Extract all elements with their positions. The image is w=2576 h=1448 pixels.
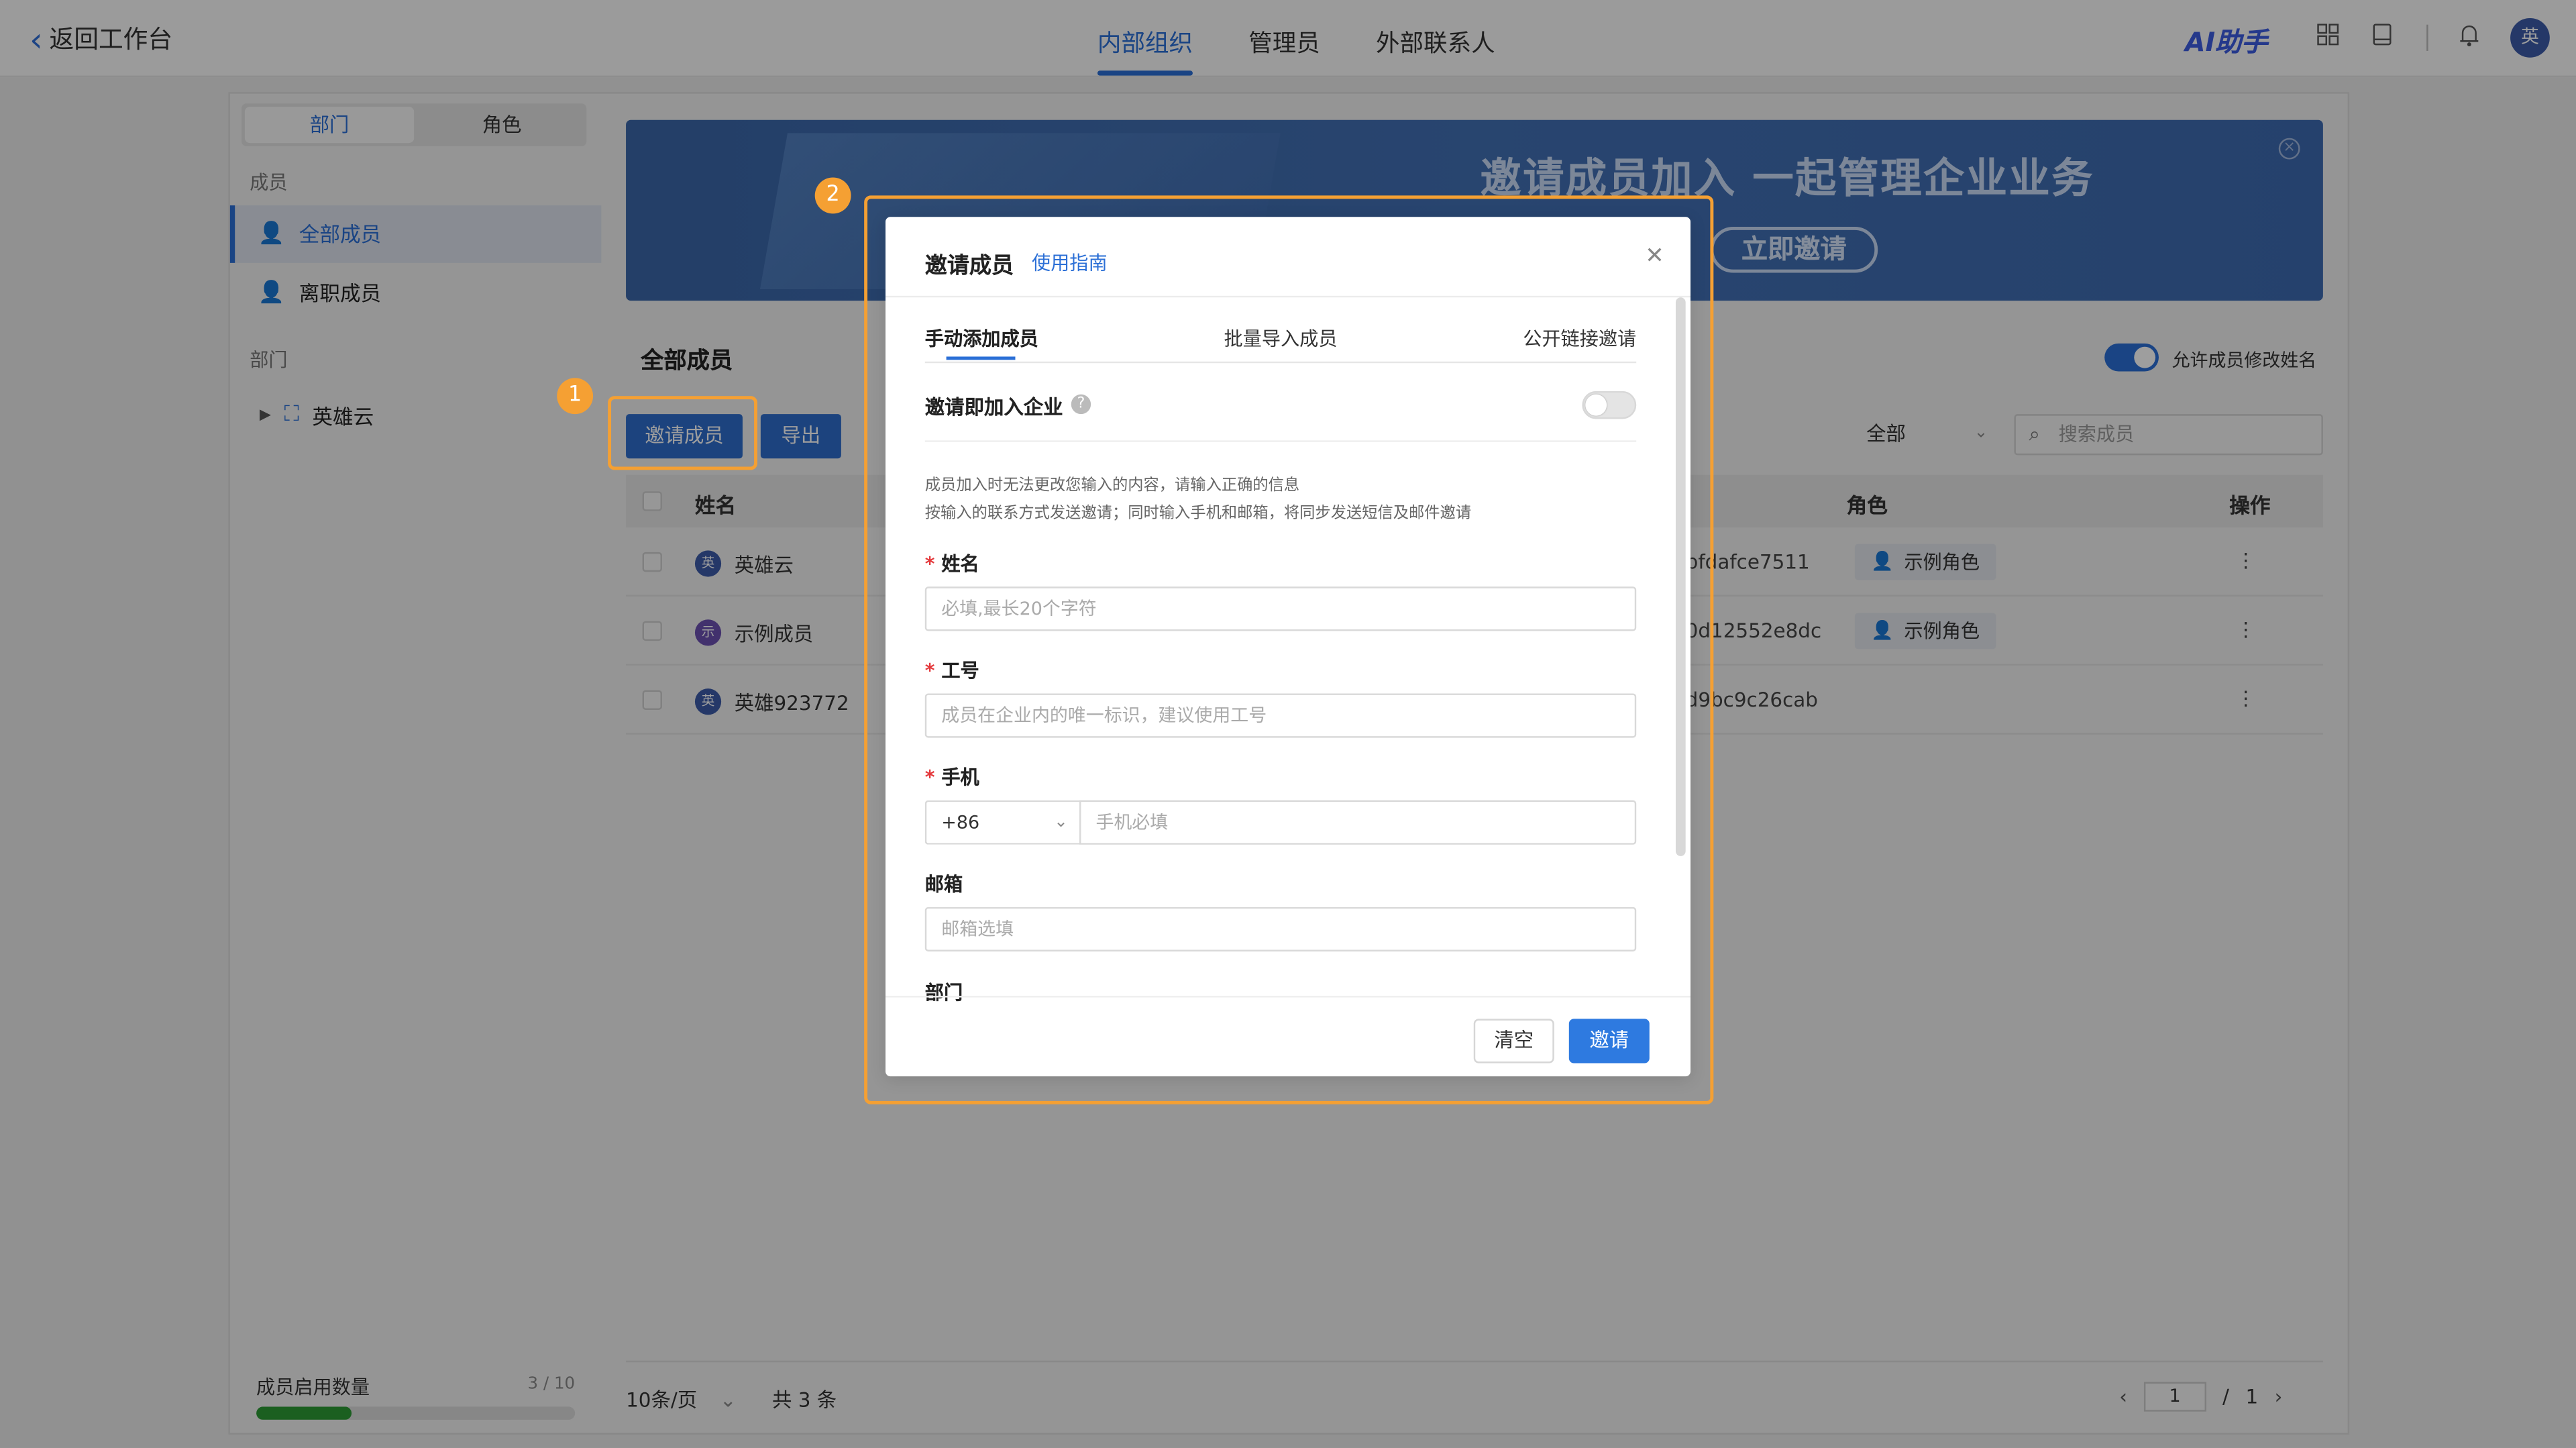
required-mark: * bbox=[924, 659, 935, 682]
required-mark: * bbox=[924, 552, 935, 576]
required-mark: * bbox=[924, 766, 935, 789]
invite-member-dialog: 邀请成员 使用指南 ✕ 手动添加成员 批量导入成员 公开链接邀请 邀请即加入企业… bbox=[885, 217, 1691, 1077]
tab-batch-import[interactable]: 批量导入成员 bbox=[1224, 325, 1338, 352]
email-input[interactable]: 邮箱选填 bbox=[924, 907, 1637, 951]
close-icon[interactable]: ✕ bbox=[1645, 243, 1664, 269]
label-text: 手机 bbox=[941, 766, 979, 789]
join-directly-toggle[interactable] bbox=[1582, 391, 1637, 419]
name-input[interactable]: 必填,最长20个字符 bbox=[924, 586, 1637, 631]
chevron-down-icon: ⌄ bbox=[1054, 813, 1068, 832]
invite-submit-button[interactable]: 邀请 bbox=[1568, 1019, 1650, 1064]
country-code-select[interactable]: +86 ⌄ bbox=[924, 800, 1081, 845]
label-text: 工号 bbox=[941, 659, 979, 682]
divider bbox=[885, 295, 1691, 298]
job-number-field-label: * 工号 bbox=[925, 658, 979, 684]
email-field-label: 邮箱 bbox=[924, 872, 963, 896]
divider bbox=[885, 996, 1691, 998]
job-number-input[interactable]: 成员在企业内的唯一标识，建议使用工号 bbox=[924, 693, 1637, 738]
divider bbox=[924, 440, 1637, 442]
step-badge-1: 1 bbox=[557, 378, 594, 415]
dialog-tabs: 手动添加成员 批量导入成员 公开链接邀请 bbox=[924, 325, 1637, 364]
label-text: 姓名 bbox=[941, 552, 979, 576]
tab-manual-add[interactable]: 手动添加成员 bbox=[925, 325, 1038, 360]
tab-public-link[interactable]: 公开链接邀请 bbox=[1523, 325, 1636, 352]
clear-button[interactable]: 清空 bbox=[1473, 1019, 1554, 1064]
app-root: ‹ 返回工作台 内部组织 管理员 外部联系人 AI助手 英 部门 角色 成员 👤… bbox=[0, 0, 2576, 1448]
help-icon[interactable]: ? bbox=[1071, 394, 1091, 415]
name-field-label: * 姓名 bbox=[925, 550, 979, 576]
department-field-label: 部门 bbox=[924, 981, 963, 1004]
dialog-title: 邀请成员 bbox=[924, 253, 1014, 280]
highlight-invite-button bbox=[608, 396, 757, 470]
info-note-line-2: 按输入的联系方式发送邀请；同时输入手机和邮箱，将同步发送短信及邮件邀请 bbox=[924, 504, 1472, 523]
phone-input[interactable]: 手机必填 bbox=[1079, 800, 1637, 845]
dialog-scrollbar[interactable] bbox=[1675, 297, 1686, 856]
info-note-line-1: 成员加入时无法更改您输入的内容，请输入正确的信息 bbox=[924, 476, 1300, 495]
join-directly-label: 邀请即加入企业 bbox=[924, 396, 1063, 419]
step-badge-2: 2 bbox=[814, 177, 851, 214]
country-code-value: +86 bbox=[941, 811, 980, 833]
usage-guide-link[interactable]: 使用指南 bbox=[1032, 250, 1108, 276]
phone-field-label: * 手机 bbox=[925, 764, 979, 790]
